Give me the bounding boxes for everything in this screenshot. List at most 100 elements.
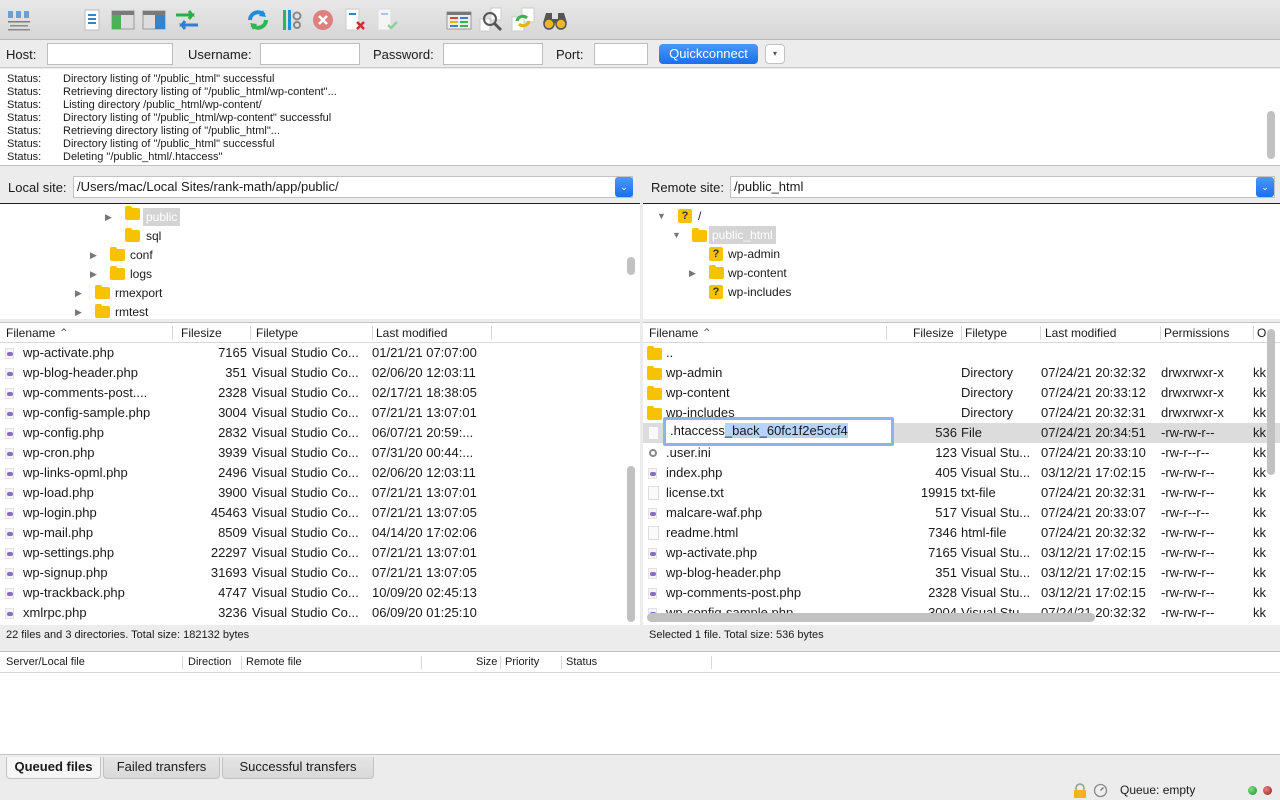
file-row[interactable]: wp-blog-header.php 351 Visual Stu... 03/12/… (643, 563, 1280, 583)
process-queue-button[interactable] (278, 7, 304, 33)
column-header-filesize[interactable]: Filesize (913, 326, 954, 340)
file-row[interactable]: wp-login.php 45463 Visual Studio Co... 07/2… (0, 503, 640, 523)
file-permissions: -rw-rw-r-- (1161, 465, 1215, 480)
column-header-permissions[interactable]: Permissions (1164, 326, 1229, 340)
file-row[interactable]: wp-content Directory 07/24/21 20:33:12 drwx… (643, 383, 1280, 403)
file-name: wp-load.php (23, 485, 94, 500)
file-owner: kk (1253, 585, 1266, 600)
column-header-size[interactable]: Size (476, 656, 497, 668)
file-row[interactable]: wp-mail.php 8509 Visual Studio Co... 04/14/… (0, 523, 640, 543)
collapse-arrow-icon[interactable]: ▼ (657, 207, 666, 225)
remote-file-list-hscrollbar[interactable] (647, 613, 1095, 622)
directory-comparison-button[interactable] (446, 7, 472, 33)
quickconnect-button[interactable]: Quickconnect (659, 44, 758, 64)
username-input[interactable] (260, 43, 360, 65)
column-header-direction[interactable]: Direction (188, 656, 231, 668)
file-row[interactable]: wp-comments-post.... 2328 Visual Studio Co… (0, 383, 640, 403)
local-file-list-scrollbar[interactable] (627, 466, 635, 622)
file-row[interactable]: wp-trackback.php 4747 Visual Studio Co... 1… (0, 583, 640, 603)
host-input[interactable] (47, 43, 173, 65)
log-scrollbar[interactable] (1267, 111, 1275, 159)
tab-successful-transfers[interactable]: Successful transfers (222, 757, 374, 779)
toggle-transfer-queue-button[interactable] (174, 7, 200, 33)
local-tree-scrollbar[interactable] (627, 257, 635, 275)
refresh-button[interactable] (245, 7, 271, 33)
file-row[interactable]: wp-config.php 2832 Visual Studio Co... 06/0… (0, 423, 640, 443)
lock-icon[interactable] (1073, 783, 1087, 799)
expand-arrow-icon[interactable]: ▶ (75, 303, 82, 319)
file-row[interactable]: wp-activate.php 7165 Visual Studio Co... 01… (0, 343, 640, 363)
remote-file-list-vscrollbar[interactable] (1267, 329, 1275, 475)
file-type: Visual Stu... (961, 465, 1031, 480)
column-header-last-modified[interactable]: Last modified (376, 326, 447, 340)
tab-queued-files[interactable]: Queued files (6, 757, 101, 779)
file-row[interactable]: malcare-waf.php 517 Visual Stu... 07/24/21 … (643, 503, 1280, 523)
file-row[interactable]: wp-config-sample.php 3004 Visual Studio Co… (0, 403, 640, 423)
toggle-local-tree-button[interactable] (110, 7, 136, 33)
file-size: 19915 (920, 485, 957, 500)
expand-arrow-icon[interactable]: ▶ (90, 246, 97, 264)
local-path-dropdown[interactable]: ⌄ (615, 177, 633, 197)
column-header-last-modified[interactable]: Last modified (1045, 326, 1116, 340)
php-file-icon (5, 348, 14, 359)
expand-arrow-icon[interactable]: ▶ (90, 265, 97, 283)
file-row[interactable]: wp-comments-post.php 2328 Visual Stu... 03/… (643, 583, 1280, 603)
file-name: wp-admin (666, 365, 723, 380)
cancel-operation-button[interactable] (310, 7, 336, 33)
file-row[interactable]: xmlrpc.php 3236 Visual Studio Co... 06/09/2… (0, 603, 640, 623)
file-row[interactable]: wp-signup.php 31693 Visual Studio Co... 07/… (0, 563, 640, 583)
file-row[interactable]: wp-links-opml.php 2496 Visual Studio Co...… (0, 463, 640, 483)
username-label: Username: (188, 47, 252, 62)
file-row[interactable]: wp-admin Directory 07/24/21 20:32:32 drwxrw… (643, 363, 1280, 383)
local-path-input[interactable]: /Users/mac/Local Sites/rank-math/app/pub… (73, 176, 633, 198)
file-row[interactable]: readme.html 7346 html-file 07/24/21 20:32:3… (643, 523, 1280, 543)
file-modified: 07/24/21 20:33:12 (1041, 385, 1146, 400)
column-header-owner[interactable]: O (1257, 326, 1266, 340)
file-modified: 07/24/21 20:32:32 (1041, 365, 1146, 380)
toggle-message-log-button[interactable] (79, 7, 105, 33)
port-input[interactable] (594, 43, 648, 65)
file-row[interactable]: wp-activate.php 7165 Visual Stu... 03/12/21… (643, 543, 1280, 563)
reconnect-button[interactable] (374, 7, 400, 33)
folder-icon (95, 285, 110, 299)
message-log: Status: Directory listing of "/public_htm… (0, 69, 1280, 166)
file-row[interactable]: wp-load.php 3900 Visual Studio Co... 07/21/… (0, 483, 640, 503)
column-header-filename[interactable]: Filename ⌃ (6, 326, 69, 340)
speed-limits-icon[interactable] (1093, 783, 1108, 798)
column-header-filetype[interactable]: Filetype (965, 326, 1007, 340)
file-row[interactable]: wp-blog-header.php 351 Visual Studio Co...… (0, 363, 640, 383)
file-row[interactable]: index.php 405 Visual Stu... 03/12/21 17:02:… (643, 463, 1280, 483)
column-header-filetype[interactable]: Filetype (256, 326, 298, 340)
rename-input[interactable]: .htaccess_back_60fc1f2e5ccf4 (663, 417, 894, 446)
remote-path-dropdown[interactable]: ⌄ (1256, 177, 1274, 197)
expand-arrow-icon[interactable]: ▶ (105, 208, 112, 226)
file-row[interactable]: wp-settings.php 22297 Visual Studio Co... 0… (0, 543, 640, 563)
file-permissions: -rw-rw-r-- (1161, 485, 1215, 500)
column-header-priority[interactable]: Priority (505, 656, 539, 668)
collapse-arrow-icon[interactable]: ▼ (672, 226, 681, 244)
toggle-filter-button[interactable] (478, 7, 504, 33)
column-header-filename[interactable]: Filename ⌃ (649, 326, 712, 340)
file-name: wp-login.php (23, 505, 97, 520)
file-row[interactable]: license.txt 19915 txt-file 07/24/21 20:32:3… (643, 483, 1280, 503)
site-manager-button[interactable] (6, 7, 32, 33)
password-input[interactable] (443, 43, 543, 65)
php-file-icon (5, 588, 14, 599)
expand-arrow-icon[interactable]: ▶ (689, 264, 696, 282)
column-header-server-local-file[interactable]: Server/Local file (6, 656, 85, 668)
file-row[interactable]: .user.ini 123 Visual Stu... 07/24/21 20:33:… (643, 443, 1280, 463)
toggle-remote-tree-button[interactable] (141, 7, 167, 33)
search-remote-files-button[interactable] (542, 7, 568, 33)
file-row[interactable]: wp-cron.php 3939 Visual Studio Co... 07/31/… (0, 443, 640, 463)
synchronized-browsing-button[interactable] (510, 7, 536, 33)
file-row[interactable]: .. (643, 343, 1280, 363)
remote-path-input[interactable]: /public_html (730, 176, 1275, 198)
tab-failed-transfers[interactable]: Failed transfers (103, 757, 220, 779)
disconnect-button[interactable] (342, 7, 368, 33)
column-header-remote-file[interactable]: Remote file (246, 656, 302, 668)
expand-arrow-icon[interactable]: ▶ (75, 284, 82, 302)
column-header-status[interactable]: Status (566, 656, 597, 668)
column-header-filesize[interactable]: Filesize (181, 326, 222, 340)
file-modified: 07/24/21 20:32:31 (1041, 485, 1146, 500)
quickconnect-history-dropdown[interactable]: ▾ (765, 44, 785, 64)
